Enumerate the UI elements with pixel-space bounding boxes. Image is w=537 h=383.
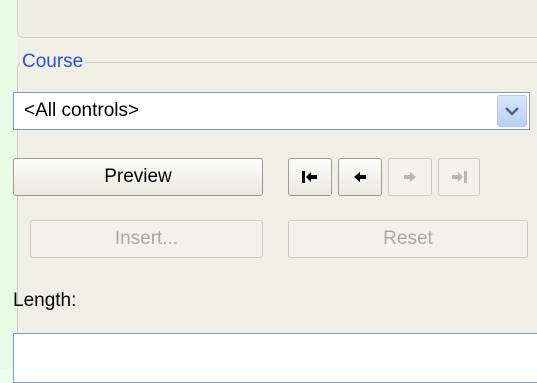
chevron-down-icon [505, 106, 519, 116]
skip-to-last-icon [450, 170, 468, 184]
reset-button[interactable]: Reset [288, 220, 528, 258]
length-field[interactable] [13, 333, 537, 383]
first-control-button[interactable] [288, 158, 332, 196]
last-control-button[interactable] [438, 158, 480, 196]
skip-to-first-icon [301, 170, 319, 184]
course-group-title: Course [20, 51, 86, 73]
preview-button[interactable]: Preview [13, 158, 263, 196]
previous-icon [352, 170, 368, 184]
course-control-select-value: <All controls> [24, 100, 140, 121]
length-label: Length: [13, 290, 77, 311]
top-group-box [17, 0, 537, 38]
next-icon [402, 170, 418, 184]
insert-button[interactable]: Insert... [30, 220, 263, 258]
next-control-button[interactable] [388, 158, 432, 196]
previous-control-button[interactable] [338, 158, 382, 196]
course-control-select[interactable]: <All controls> [13, 92, 530, 130]
dropdown-button[interactable] [497, 95, 527, 127]
